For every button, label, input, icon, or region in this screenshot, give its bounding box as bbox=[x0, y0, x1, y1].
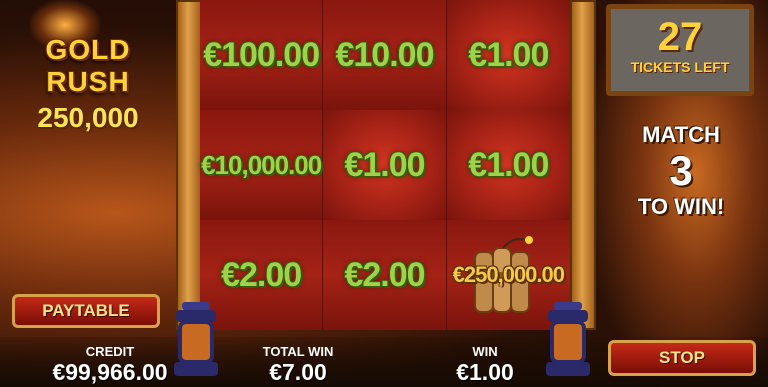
prize-label: €2.00 bbox=[221, 255, 302, 294]
paytable-button[interactable]: PAYTABLE bbox=[12, 294, 160, 328]
prize-label: €1.00 bbox=[344, 145, 425, 184]
credit-value: €99,966.00 bbox=[52, 359, 168, 385]
frame-post-left bbox=[176, 0, 202, 330]
stop-button[interactable]: STOP bbox=[608, 340, 756, 376]
match-rule: MATCH 3 TO WIN! bbox=[614, 122, 748, 220]
logo-top-prize: 250,000 bbox=[37, 102, 139, 133]
prize-label: €10.00 bbox=[335, 35, 434, 74]
grid-cell[interactable]: €2.00 bbox=[323, 220, 447, 330]
win-value: €1.00 bbox=[456, 359, 514, 385]
prize-label: €10,000.00 bbox=[201, 149, 322, 180]
prize-label: €1.00 bbox=[468, 145, 549, 184]
logo-title: GOLD RUSH bbox=[45, 34, 131, 97]
total-win-meter: TOTAL WIN €7.00 bbox=[228, 344, 368, 386]
frame-post-right bbox=[570, 0, 596, 330]
tickets-label: TICKETS LEFT bbox=[630, 59, 730, 75]
credit-label: CREDIT bbox=[85, 344, 135, 359]
prize-label: €2.00 bbox=[344, 255, 425, 294]
grid-cell[interactable]: €100.00 bbox=[200, 0, 324, 110]
prize-label: €1.00 bbox=[468, 35, 549, 74]
grid-cell[interactable]: €1.00 bbox=[446, 110, 570, 220]
win-meter: WIN €1.00 bbox=[420, 344, 550, 386]
game-stage: GOLD RUSH 250,000 €100.00 €10.00 €1.00 €… bbox=[0, 0, 768, 387]
match-rule-line1: MATCH bbox=[642, 122, 720, 147]
match-rule-line2: TO WIN! bbox=[637, 194, 725, 219]
win-label: WIN bbox=[472, 344, 498, 359]
grid-cell[interactable]: €10,000.00 bbox=[200, 110, 324, 220]
prize-label: €100.00 bbox=[203, 35, 320, 74]
scratch-grid: €100.00 €10.00 €1.00 €10,000.00 €1.00 €1… bbox=[200, 0, 570, 330]
total-win-value: €7.00 bbox=[269, 359, 327, 385]
total-win-label: TOTAL WIN bbox=[262, 344, 334, 359]
prize-label: €250,000.00 bbox=[452, 262, 565, 287]
credit-meter: CREDIT €99,966.00 bbox=[30, 344, 190, 386]
grid-cell[interactable]: €1.00 bbox=[323, 110, 447, 220]
grid-cell[interactable]: €1.00 bbox=[446, 0, 570, 110]
grid-cell[interactable]: €10.00 bbox=[323, 0, 447, 110]
tickets-left-panel: 27 TICKETS LEFT bbox=[606, 4, 754, 96]
match-rule-number: 3 bbox=[669, 147, 693, 194]
tickets-count: 27 bbox=[657, 15, 703, 59]
game-logo: GOLD RUSH 250,000 bbox=[4, 34, 172, 134]
